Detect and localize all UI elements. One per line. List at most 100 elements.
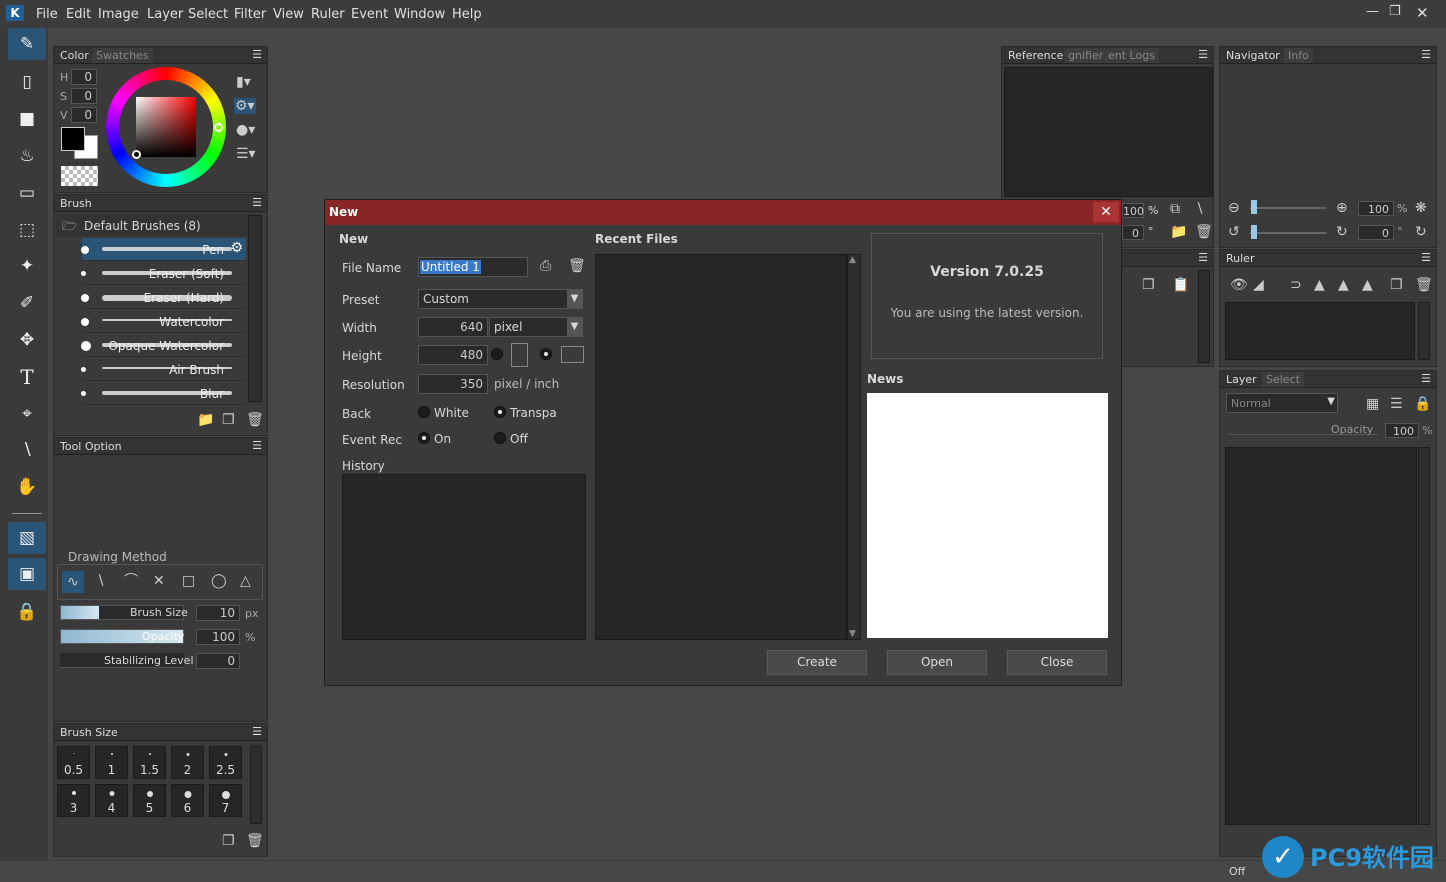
polygon-icon[interactable]: △ [240, 574, 251, 588]
reference-zoom-field[interactable]: 100 [1122, 203, 1144, 218]
panel-menu-icon[interactable]: ☰ [1198, 251, 1208, 264]
curve-icon[interactable]: ⌒ [124, 574, 138, 588]
new-folder-icon[interactable]: 📁 [197, 413, 214, 427]
back-transparent-radio[interactable] [494, 406, 506, 418]
select-pen-icon[interactable]: ✐ [8, 287, 46, 319]
create-button[interactable]: Create [767, 650, 867, 675]
eyedropper-ref-icon[interactable]: ∖ [1195, 202, 1204, 216]
recent-files-list[interactable] [595, 254, 847, 640]
hue-marker[interactable] [214, 123, 223, 132]
magic-wand-icon[interactable]: ✦ [8, 250, 46, 282]
tab-magnifier[interactable]: gnifier [1064, 48, 1108, 63]
copy-size-icon[interactable]: ❐ [222, 834, 235, 848]
history-list[interactable] [342, 474, 586, 640]
brush-scrollbar[interactable] [248, 215, 262, 402]
tab-event-logs[interactable]: ent Logs [1104, 48, 1159, 63]
v-field[interactable]: 0 [71, 107, 97, 123]
color-list-icon[interactable]: ☰▾ [236, 147, 256, 161]
ruler-angle-icon[interactable]: ◢ [1253, 278, 1264, 292]
landscape-radio[interactable] [540, 348, 552, 360]
panel-menu-icon[interactable]: ☰ [1421, 251, 1431, 264]
square-fill-icon[interactable]: ■ [8, 103, 46, 135]
bucket-icon[interactable]: ♨ [8, 140, 46, 172]
navigator-angle-field[interactable]: 0 [1358, 225, 1394, 240]
brush-item-eraser-soft[interactable]: Eraser (Soft) [81, 262, 246, 285]
menu-ruler[interactable]: Ruler [311, 7, 345, 22]
freehand-icon[interactable]: ∿ [62, 571, 84, 593]
gear-icon[interactable]: ⚙ [230, 240, 243, 256]
text-icon[interactable]: T [8, 361, 46, 393]
rectangle-icon[interactable]: □ [182, 574, 195, 588]
resolution-input[interactable]: 350 [418, 374, 488, 394]
layer-scrollbar[interactable] [1418, 447, 1430, 825]
size-cell-0.5[interactable]: 0.5 [57, 746, 90, 779]
size-cell-1.5[interactable]: 1.5 [133, 746, 166, 779]
delete-brush-icon[interactable]: 🗑 [246, 413, 264, 427]
rotate-left-icon[interactable]: ↺ [1228, 225, 1240, 239]
folder-icon[interactable]: 📁 [1170, 225, 1187, 239]
minimize-icon[interactable]: — [1366, 4, 1379, 19]
tab-info[interactable]: Info [1284, 48, 1313, 63]
menu-window[interactable]: Window [394, 7, 445, 22]
save-template-icon[interactable]: ⎙ [540, 259, 551, 273]
menu-edit[interactable]: Edit [66, 7, 91, 22]
hand-icon[interactable]: ✋ [8, 471, 46, 503]
tab-swatches[interactable]: Swatches [92, 48, 153, 63]
close-window-icon[interactable]: ✕ [1416, 4, 1429, 22]
width-input[interactable]: 640 [418, 317, 488, 337]
ruler-list[interactable] [1225, 302, 1415, 360]
unit-select[interactable]: pixel ▼ [489, 317, 583, 337]
layer-stack-icon[interactable]: ☰ [1390, 397, 1403, 411]
lock-icon[interactable]: 🔒 [8, 596, 46, 628]
size-cell-4[interactable]: 4 [95, 784, 128, 817]
size-cell-7[interactable]: 7 [209, 784, 242, 817]
line-icon[interactable]: ∖ [96, 574, 105, 588]
news-panel[interactable] [867, 393, 1108, 638]
rotate-right-icon[interactable]: ↻ [1336, 225, 1348, 239]
zoom-out-icon[interactable]: ⊖ [1228, 201, 1240, 215]
ruler-perspective3-icon[interactable]: ▲ [1362, 278, 1373, 292]
tab-color[interactable]: Color [56, 48, 93, 63]
panel-menu-icon[interactable]: ☰ [252, 439, 262, 452]
size-cell-2.5[interactable]: 2.5 [209, 746, 242, 779]
foreground-color-swatch[interactable] [61, 127, 85, 151]
delete-size-icon[interactable]: 🗑 [246, 834, 264, 848]
blend-mode-select[interactable]: Normal ▼ [1226, 393, 1338, 413]
rotate-slider[interactable] [1250, 225, 1326, 239]
navigator-zoom-field[interactable]: 100 [1358, 201, 1394, 216]
size-cell-1[interactable]: 1 [95, 746, 128, 779]
reference-angle-field[interactable]: 0 [1122, 225, 1144, 240]
delete-template-icon[interactable]: 🗑 [568, 259, 586, 273]
menu-layer[interactable]: Layer [147, 7, 183, 22]
layer-opacity-field[interactable]: 100 [1385, 423, 1419, 438]
brush-size-scrollbar[interactable] [250, 746, 262, 824]
reference-view[interactable] [1004, 67, 1213, 197]
ruler-perspective2-icon[interactable]: ▲ [1338, 278, 1349, 292]
tab-navigator[interactable]: Navigator [1222, 48, 1284, 63]
move-icon[interactable]: ✥ [8, 324, 46, 356]
pen-icon[interactable]: ✎ [8, 28, 46, 60]
menu-filter[interactable]: Filter [234, 7, 266, 22]
stamp-icon[interactable]: ▣ [8, 558, 46, 590]
h-field[interactable]: 0 [71, 69, 97, 85]
s-field[interactable]: 0 [71, 88, 97, 104]
marquee-icon[interactable]: ⬚ [8, 214, 46, 246]
ruler-delete-icon[interactable]: 🗑 [1415, 278, 1433, 292]
eyedropper-icon[interactable]: ∖ [8, 434, 46, 466]
color-slider-mode-icon[interactable]: ●▾ [236, 123, 255, 137]
zoom-in-icon[interactable]: ⊕ [1336, 201, 1348, 215]
brush-item-air-brush[interactable]: Air Brush [81, 358, 246, 381]
event-on-radio[interactable] [418, 432, 430, 444]
panel-menu-icon[interactable]: ☰ [252, 725, 262, 738]
back-white-radio[interactable] [418, 406, 430, 418]
ruler-line-icon[interactable]: ⊃ [1290, 278, 1302, 292]
sv-square[interactable] [136, 97, 196, 157]
eraser-icon[interactable]: ▯ [8, 66, 46, 98]
size-cell-2[interactable]: 2 [171, 746, 204, 779]
scroll-down-icon[interactable]: ▼ [849, 629, 856, 639]
restore-icon[interactable]: ❐ [1389, 4, 1401, 19]
menu-file[interactable]: File [36, 7, 58, 22]
panel-menu-icon[interactable]: ☰ [1421, 48, 1431, 61]
tab-layer[interactable]: Layer [1222, 372, 1261, 387]
panel-menu-icon[interactable]: ☰ [252, 196, 262, 209]
